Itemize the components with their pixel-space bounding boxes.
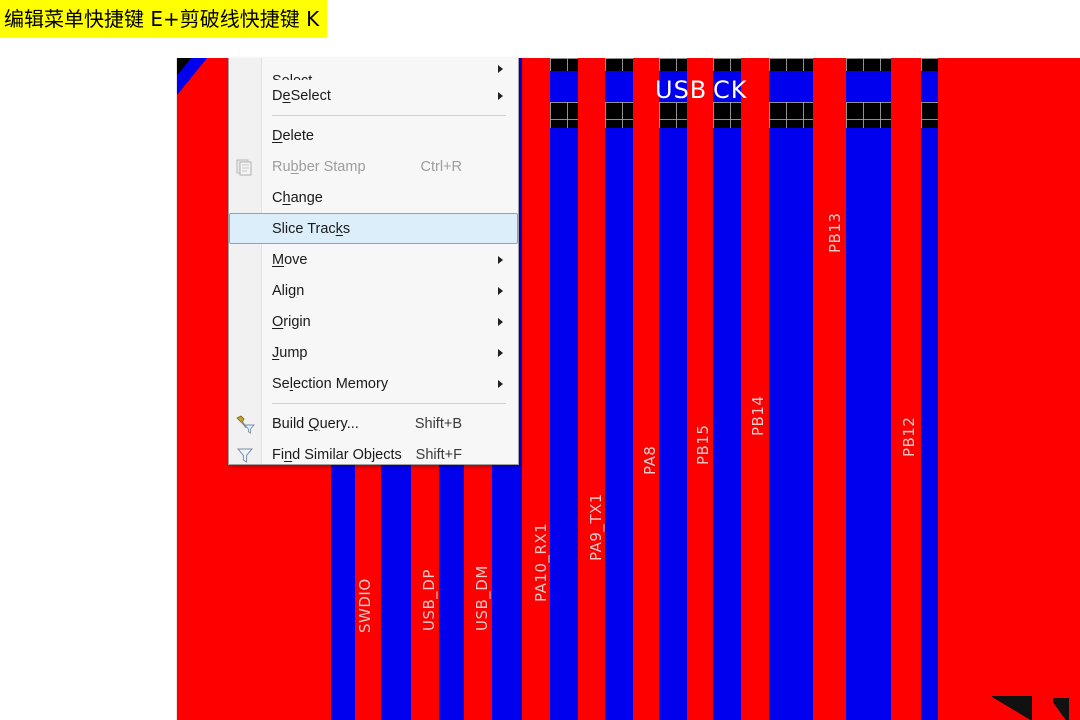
corner-mark-bottomright-b (1053, 698, 1069, 720)
menu-item-build-query[interactable]: Build Query... Shift+B (229, 408, 518, 439)
pcb-trace[interactable] (522, 58, 550, 720)
filter-icon (233, 444, 257, 466)
pcb-net-label: SWDIO (356, 578, 374, 633)
corner-diagonal-topleft (177, 58, 227, 120)
menu-item-label: Build Query... (272, 415, 359, 432)
pcb-trace[interactable] (846, 58, 891, 720)
pad-grid-overlay (921, 58, 938, 71)
menu-item-selection-memory[interactable]: Selection Memory (229, 368, 518, 399)
menu-item-origin[interactable]: Origin (229, 306, 518, 337)
menu-separator (272, 115, 506, 116)
menu-item-select[interactable]: Select (229, 58, 518, 80)
pcb-net-label: PA10_RX1 (532, 522, 550, 602)
pcb-silkscreen-label: CK (713, 76, 748, 104)
menu-item-label: Delete (272, 127, 314, 144)
menu-item-shortcut: Ctrl+R (420, 158, 463, 175)
pad-grid-overlay (921, 102, 938, 128)
menu-item-label: Select (272, 73, 312, 80)
menu-item-label: DeSelect (272, 87, 331, 104)
pad-grid-overlay (713, 58, 741, 71)
pcb-trace[interactable] (578, 58, 605, 720)
pcb-net-label: PA9_TX1 (587, 493, 605, 561)
menu-item-shortcut: Shift+B (414, 415, 462, 432)
pcb-trace[interactable] (633, 58, 659, 720)
submenu-arrow-icon (498, 317, 503, 326)
pcb-trace[interactable] (687, 58, 713, 720)
pad-grid-overlay (846, 102, 891, 128)
menu-item-label: Jump (272, 344, 308, 361)
pcb-trace[interactable] (921, 58, 938, 720)
pad-grid-overlay (550, 102, 578, 128)
menu-item-label: Selection Memory (272, 375, 389, 392)
menu-item-jump[interactable]: Jump (229, 337, 518, 368)
pcb-net-label: PB12 (900, 416, 918, 457)
pcb-net-label: PB13 (826, 212, 844, 253)
menu-item-slice-tracks[interactable]: Slice Tracks (229, 213, 518, 244)
build-query-icon (233, 413, 257, 435)
pad-grid-overlay (659, 102, 687, 128)
menu-item-label: Origin (272, 313, 311, 330)
submenu-arrow-icon (498, 91, 503, 100)
pcb-net-label: USB_DP (420, 569, 438, 631)
submenu-arrow-icon (498, 65, 503, 73)
menu-item-list[interactable]: Select DeSelect Delete Rubber Stamp Ctrl+R Ch… (229, 58, 518, 470)
pcb-net-label: USB_DM (473, 565, 491, 631)
pcb-net-label: PA8 (641, 445, 659, 475)
menu-item-move[interactable]: Move (229, 244, 518, 275)
pad-grid-overlay (769, 102, 813, 128)
pad-grid-overlay (713, 102, 741, 128)
corner-mark-bottomright-a (992, 696, 1032, 720)
menu-separator (272, 403, 506, 404)
rubber-stamp-icon (233, 156, 257, 178)
menu-item-label: Slice Tracks (272, 220, 351, 237)
menu-item-label: Align (272, 282, 305, 299)
menu-item-label: Move (272, 251, 308, 268)
menu-item-label: Change (272, 189, 323, 206)
menu-item-find-similar-objects[interactable]: Find Similar Objects Shift+F (229, 439, 518, 470)
pad-grid-overlay (659, 58, 687, 71)
pad-grid-overlay (846, 58, 891, 71)
pad-grid-overlay (605, 58, 633, 71)
pad-grid-overlay (769, 58, 813, 71)
submenu-arrow-icon (498, 286, 503, 295)
menu-item-delete[interactable]: Delete (229, 120, 518, 151)
submenu-arrow-icon (498, 348, 503, 357)
pcb-trace[interactable] (550, 58, 578, 720)
menu-item-align[interactable]: Align (229, 275, 518, 306)
menu-item-change[interactable]: Change (229, 182, 518, 213)
submenu-arrow-icon (498, 379, 503, 388)
menu-item-shortcut: Shift+F (415, 446, 462, 463)
pcb-net-label: PB14 (749, 395, 767, 436)
pad-grid-overlay (550, 58, 578, 71)
pcb-trace[interactable] (713, 58, 741, 720)
submenu-arrow-icon (498, 255, 503, 264)
annotation-banner: 编辑菜单快捷键 E+剪破线快捷键 K (0, 0, 328, 38)
menu-item-deselect[interactable]: DeSelect (229, 80, 518, 111)
pcb-trace[interactable] (659, 58, 687, 720)
menu-item-rubber-stamp: Rubber Stamp Ctrl+R (229, 151, 518, 182)
menu-item-label: Rubber Stamp (272, 158, 366, 175)
menu-item-label: Find Similar Objects (272, 446, 402, 463)
pcb-net-label: PB15 (694, 424, 712, 465)
pcb-silkscreen-label: USB (655, 76, 708, 104)
pcb-trace[interactable] (605, 58, 633, 720)
context-menu[interactable]: Select DeSelect Delete Rubber Stamp Ctrl+R Ch… (228, 58, 519, 465)
pcb-trace[interactable] (813, 58, 846, 720)
pcb-trace[interactable] (769, 58, 813, 720)
pad-grid-overlay (605, 102, 633, 128)
